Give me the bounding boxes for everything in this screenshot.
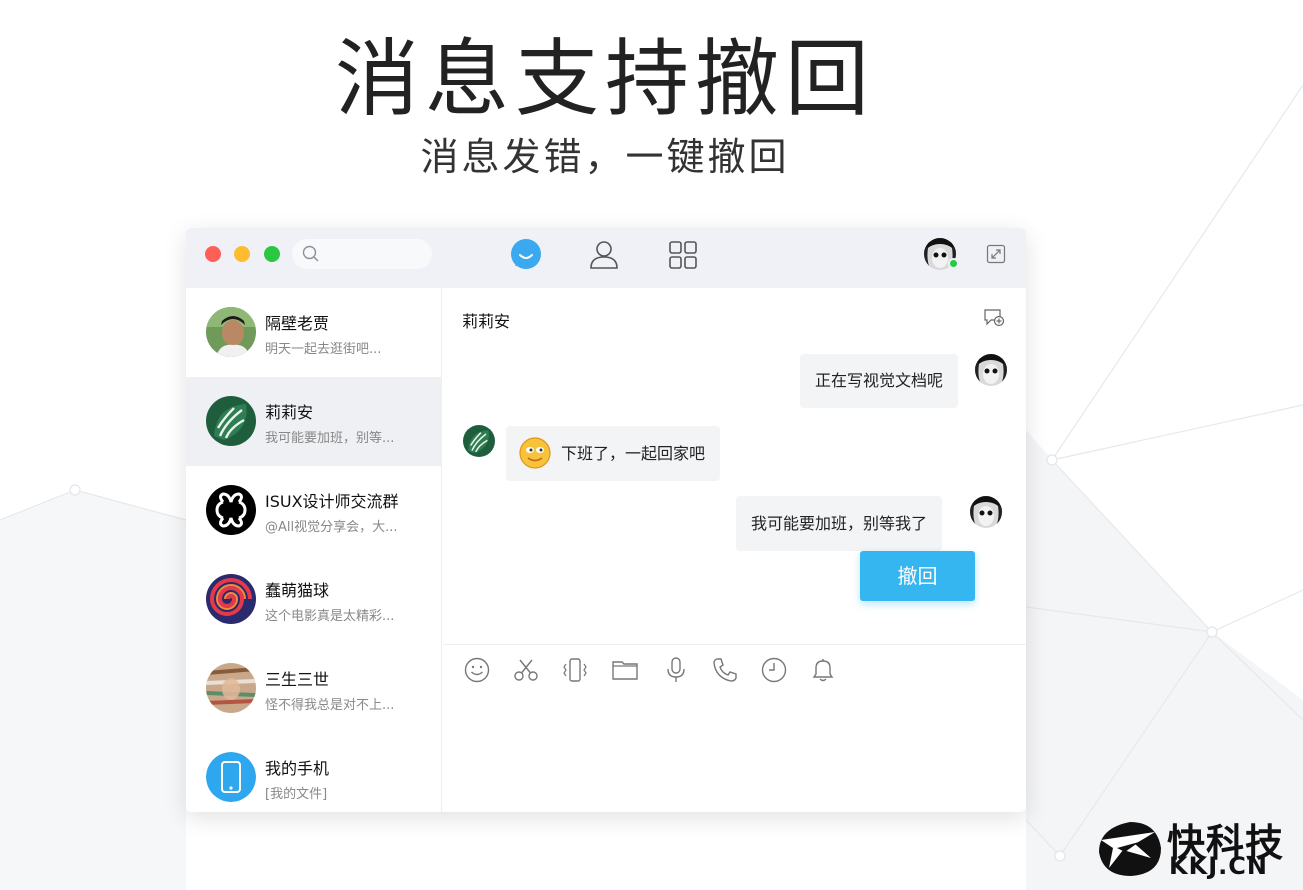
- conversation-name: 我的手机: [265, 759, 330, 778]
- clock-icon[interactable]: [760, 656, 788, 684]
- microphone-icon[interactable]: [662, 656, 690, 684]
- conversation-name: 三生三世: [265, 670, 330, 689]
- avatar: [206, 574, 256, 624]
- conversation-name: 隔壁老贾: [265, 314, 330, 333]
- hero-title: 消息支持撤回: [334, 30, 875, 128]
- conversation-item[interactable]: 我的手机 [我的文件]: [186, 733, 442, 812]
- close-window-button[interactable]: [205, 246, 221, 262]
- conversation-item[interactable]: 三生三世 怪不得我总是对不上...: [186, 644, 442, 733]
- smile-emoji-icon: [519, 437, 551, 469]
- avatar: [975, 354, 1007, 386]
- conversation-name: ISUX设计师交流群: [265, 492, 399, 511]
- contacts-icon[interactable]: [587, 238, 621, 272]
- avatar: [206, 485, 256, 535]
- minimize-window-button[interactable]: [234, 246, 250, 262]
- conversation-name: 蠢萌猫球: [265, 581, 330, 600]
- conversation-preview: 这个电影真是太精彩...: [265, 609, 395, 624]
- apps-grid-icon[interactable]: [666, 238, 700, 272]
- conversation-item[interactable]: ISUX设计师交流群 @All视觉分享会，大...: [186, 466, 442, 555]
- search-input[interactable]: [292, 239, 432, 269]
- recall-button[interactable]: 撤回: [860, 551, 975, 601]
- collapse-window-icon[interactable]: [986, 244, 1006, 264]
- brand-domain: KKJ.CN: [1169, 852, 1268, 880]
- bell-icon[interactable]: [809, 656, 837, 684]
- chat-title: 莉莉安: [462, 312, 511, 331]
- scissors-icon[interactable]: [512, 656, 540, 684]
- conversation-item[interactable]: 隔壁老贾 明天一起去逛街吧...: [186, 288, 442, 377]
- message-text: 下班了，一起回家吧: [561, 444, 706, 463]
- chat-panel: 莉莉安 正在写视觉文档呢 下班了，一起回家吧 我可能要加班，别等我了 撤回: [443, 288, 1026, 812]
- online-status-dot: [948, 258, 959, 269]
- conversation-name: 莉莉安: [265, 403, 314, 422]
- avatar: [463, 425, 495, 457]
- avatar: [206, 663, 256, 713]
- conversation-item[interactable]: 莉莉安 我可能要加班，别等...: [186, 377, 442, 466]
- vibrate-icon[interactable]: [561, 656, 589, 684]
- avatar: [970, 496, 1002, 528]
- conversation-preview: [我的文件]: [265, 787, 328, 802]
- message-bubble[interactable]: 正在写视觉文档呢: [800, 354, 959, 408]
- smile-icon[interactable]: [463, 656, 491, 684]
- chat-icon[interactable]: [509, 238, 543, 272]
- hero-subtitle: 消息发错，一键撤回: [420, 135, 790, 179]
- conversation-list: 隔壁老贾 明天一起去逛街吧... 莉莉安 我可能要加班，别等... ISUX设计…: [186, 288, 442, 812]
- title-bar: [186, 228, 1026, 288]
- add-to-group-icon[interactable]: [983, 308, 1005, 328]
- brand-logo-icon: [1099, 822, 1161, 876]
- app-window: 隔壁老贾 明天一起去逛街吧... 莉莉安 我可能要加班，别等... ISUX设计…: [186, 228, 1026, 812]
- conversation-preview: 怪不得我总是对不上...: [265, 698, 395, 713]
- avatar: [206, 396, 256, 446]
- folder-icon[interactable]: [611, 656, 639, 684]
- conversation-preview: 明天一起去逛街吧...: [265, 342, 382, 357]
- message-bubble[interactable]: 下班了，一起回家吧: [506, 426, 721, 481]
- composer-divider: [443, 644, 1026, 645]
- search-icon: [302, 245, 319, 262]
- brand-watermark: 快科技 KKJ.CN: [1095, 814, 1295, 884]
- conversation-preview: @All视觉分享会，大...: [265, 520, 398, 535]
- phone-icon[interactable]: [711, 656, 739, 684]
- message-bubble[interactable]: 我可能要加班，别等我了: [736, 496, 943, 551]
- conversation-item[interactable]: 蠢萌猫球 这个电影真是太精彩...: [186, 555, 442, 644]
- conversation-preview: 我可能要加班，别等...: [265, 431, 395, 446]
- avatar: [206, 752, 256, 802]
- avatar: [206, 307, 256, 357]
- maximize-window-button[interactable]: [264, 246, 280, 262]
